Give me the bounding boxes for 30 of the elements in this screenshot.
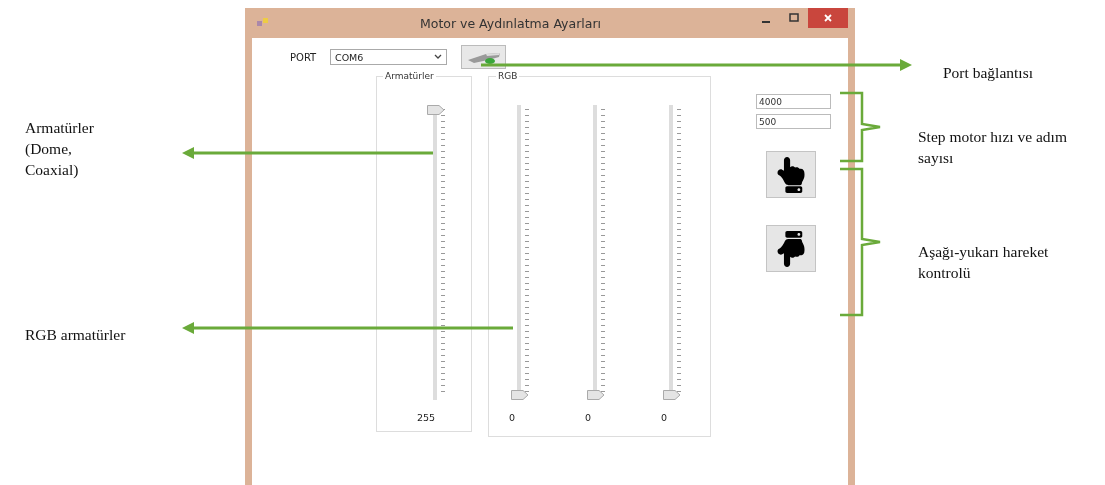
slider-value: 0: [585, 412, 592, 423]
close-icon: [823, 13, 833, 23]
annotation-text: RGB armatürler: [25, 325, 127, 345]
slider-value: 0: [661, 412, 668, 423]
slider-thumb[interactable]: [427, 105, 445, 115]
port-label: PORT: [290, 51, 318, 63]
group-title: Armatürler: [383, 71, 436, 81]
number-field[interactable]: 4000: [756, 94, 831, 109]
maximize-icon: [789, 13, 799, 23]
close-button[interactable]: [808, 8, 848, 28]
slider-thumb[interactable]: [587, 390, 605, 400]
annotation-text: Port bağlantısı: [943, 63, 1034, 83]
annotation-text: Aşağı-yukarı hareket kontrolü: [918, 242, 1050, 283]
annotation-text: Step motor hızı ve adım sayısı: [918, 127, 1068, 168]
slider-thumb[interactable]: [511, 390, 529, 400]
move-up-button[interactable]: [766, 151, 816, 198]
connect-button[interactable]: [461, 45, 506, 69]
slider-value: 255: [417, 412, 436, 423]
slider-value: 0: [509, 412, 516, 423]
number-field[interactable]: 500: [756, 114, 831, 129]
move-down-button[interactable]: [766, 225, 816, 272]
window-title: Motor ve Aydınlatma Ayarları: [418, 15, 603, 31]
minimize-icon: [762, 21, 770, 23]
port-dropdown[interactable]: COM6: [330, 49, 447, 65]
app-icon: [257, 18, 269, 28]
group-title: RGB: [496, 71, 520, 81]
chevron-down-icon: [434, 54, 442, 60]
bracket: [840, 91, 882, 163]
annotation-text: Armatürler (Dome, Coaxial): [25, 118, 95, 180]
slider-thumb[interactable]: [663, 390, 681, 400]
